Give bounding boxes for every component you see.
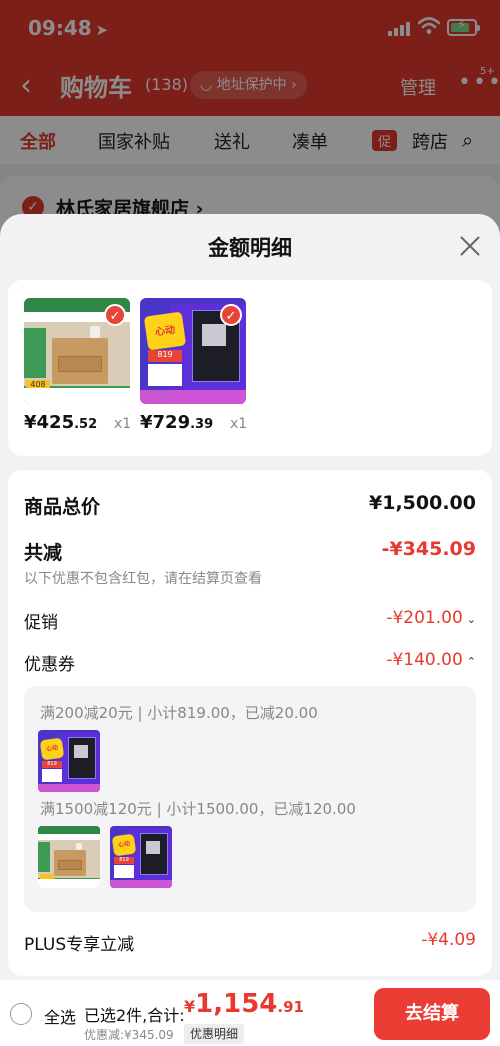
select-all-radio[interactable]: [10, 1003, 32, 1025]
discount-summary: 优惠减:¥345.09: [84, 1028, 174, 1042]
discount-detail-button[interactable]: 优惠明细: [184, 1024, 245, 1044]
plus-value: -¥4.09: [421, 930, 476, 950]
total-amount: ¥1,154.91: [184, 989, 304, 1019]
close-icon[interactable]: [456, 232, 484, 260]
coupon-product-thumb-motherboard: 心动 819: [38, 730, 100, 792]
promo-row-toggle[interactable]: -¥201.00 ⌄: [386, 608, 476, 628]
coupon-breakdown: 满200减20元 | 小计819.00，已减20.00 心动 819 满1500减…: [24, 686, 476, 912]
reduce-note: 以下优惠不包含红包，请在结算页查看: [24, 571, 262, 587]
reduce-label: 共减: [24, 542, 63, 564]
checkout-button[interactable]: 去结算: [374, 988, 490, 1040]
coupon-label: 优惠券: [24, 655, 75, 675]
products-card: 408 ✓ ¥425.52 x1 心动 819 ✓ ¥729.39 x1: [8, 280, 492, 456]
coupon-row-toggle[interactable]: -¥140.00 ⌃: [386, 650, 476, 670]
product-image-motherboard: 心动 819 ✓: [140, 298, 246, 404]
selected-check-icon: ✓: [104, 304, 126, 326]
coupon-product-thumb-motherboard: 心动 819: [110, 826, 172, 888]
reduce-value: -¥345.09: [381, 538, 476, 560]
product-qty: x1: [230, 416, 248, 432]
total-price-value: ¥1,500.00: [369, 492, 476, 514]
product-qty: x1: [114, 416, 132, 432]
product-price: ¥425.52: [24, 412, 98, 433]
plus-label: PLUS专享立减: [24, 935, 135, 955]
sheet-title: 金额明细: [208, 236, 292, 260]
product-image-nightstand: 408 ✓: [24, 298, 130, 404]
coupon-value: -¥140.00: [386, 650, 463, 670]
chevron-down-icon: ⌄: [466, 613, 476, 626]
select-all-label[interactable]: 全选: [44, 1004, 76, 1028]
selected-check-icon: ✓: [220, 304, 242, 326]
product-price: ¥729.39: [140, 412, 214, 433]
coupon-line: 满200减20元 | 小计819.00，已减20.00: [40, 704, 318, 722]
chevron-up-icon: ⌃: [466, 655, 476, 668]
promo-label: 促销: [24, 613, 58, 633]
coupon-product-thumb-nightstand: [38, 826, 100, 888]
checkout-bar: 全选 已选2件,合计: ¥1,154.91 优惠减:¥345.09 优惠明细 去…: [0, 980, 500, 1046]
amount-detail-sheet: 金额明细 408 ✓ ¥425.52 x1 心动 819 ✓ ¥729.39 x1…: [0, 214, 500, 980]
promo-value: -¥201.00: [386, 608, 463, 628]
coupon-line: 满1500减120元 | 小计1500.00，已减120.00: [40, 800, 356, 818]
selected-count: 已选2件,合计:: [84, 1006, 185, 1025]
amount-detail-card: 商品总价 ¥1,500.00 共减 -¥345.09 以下优惠不包含红包，请在结…: [8, 470, 492, 976]
total-price-label: 商品总价: [24, 496, 101, 518]
